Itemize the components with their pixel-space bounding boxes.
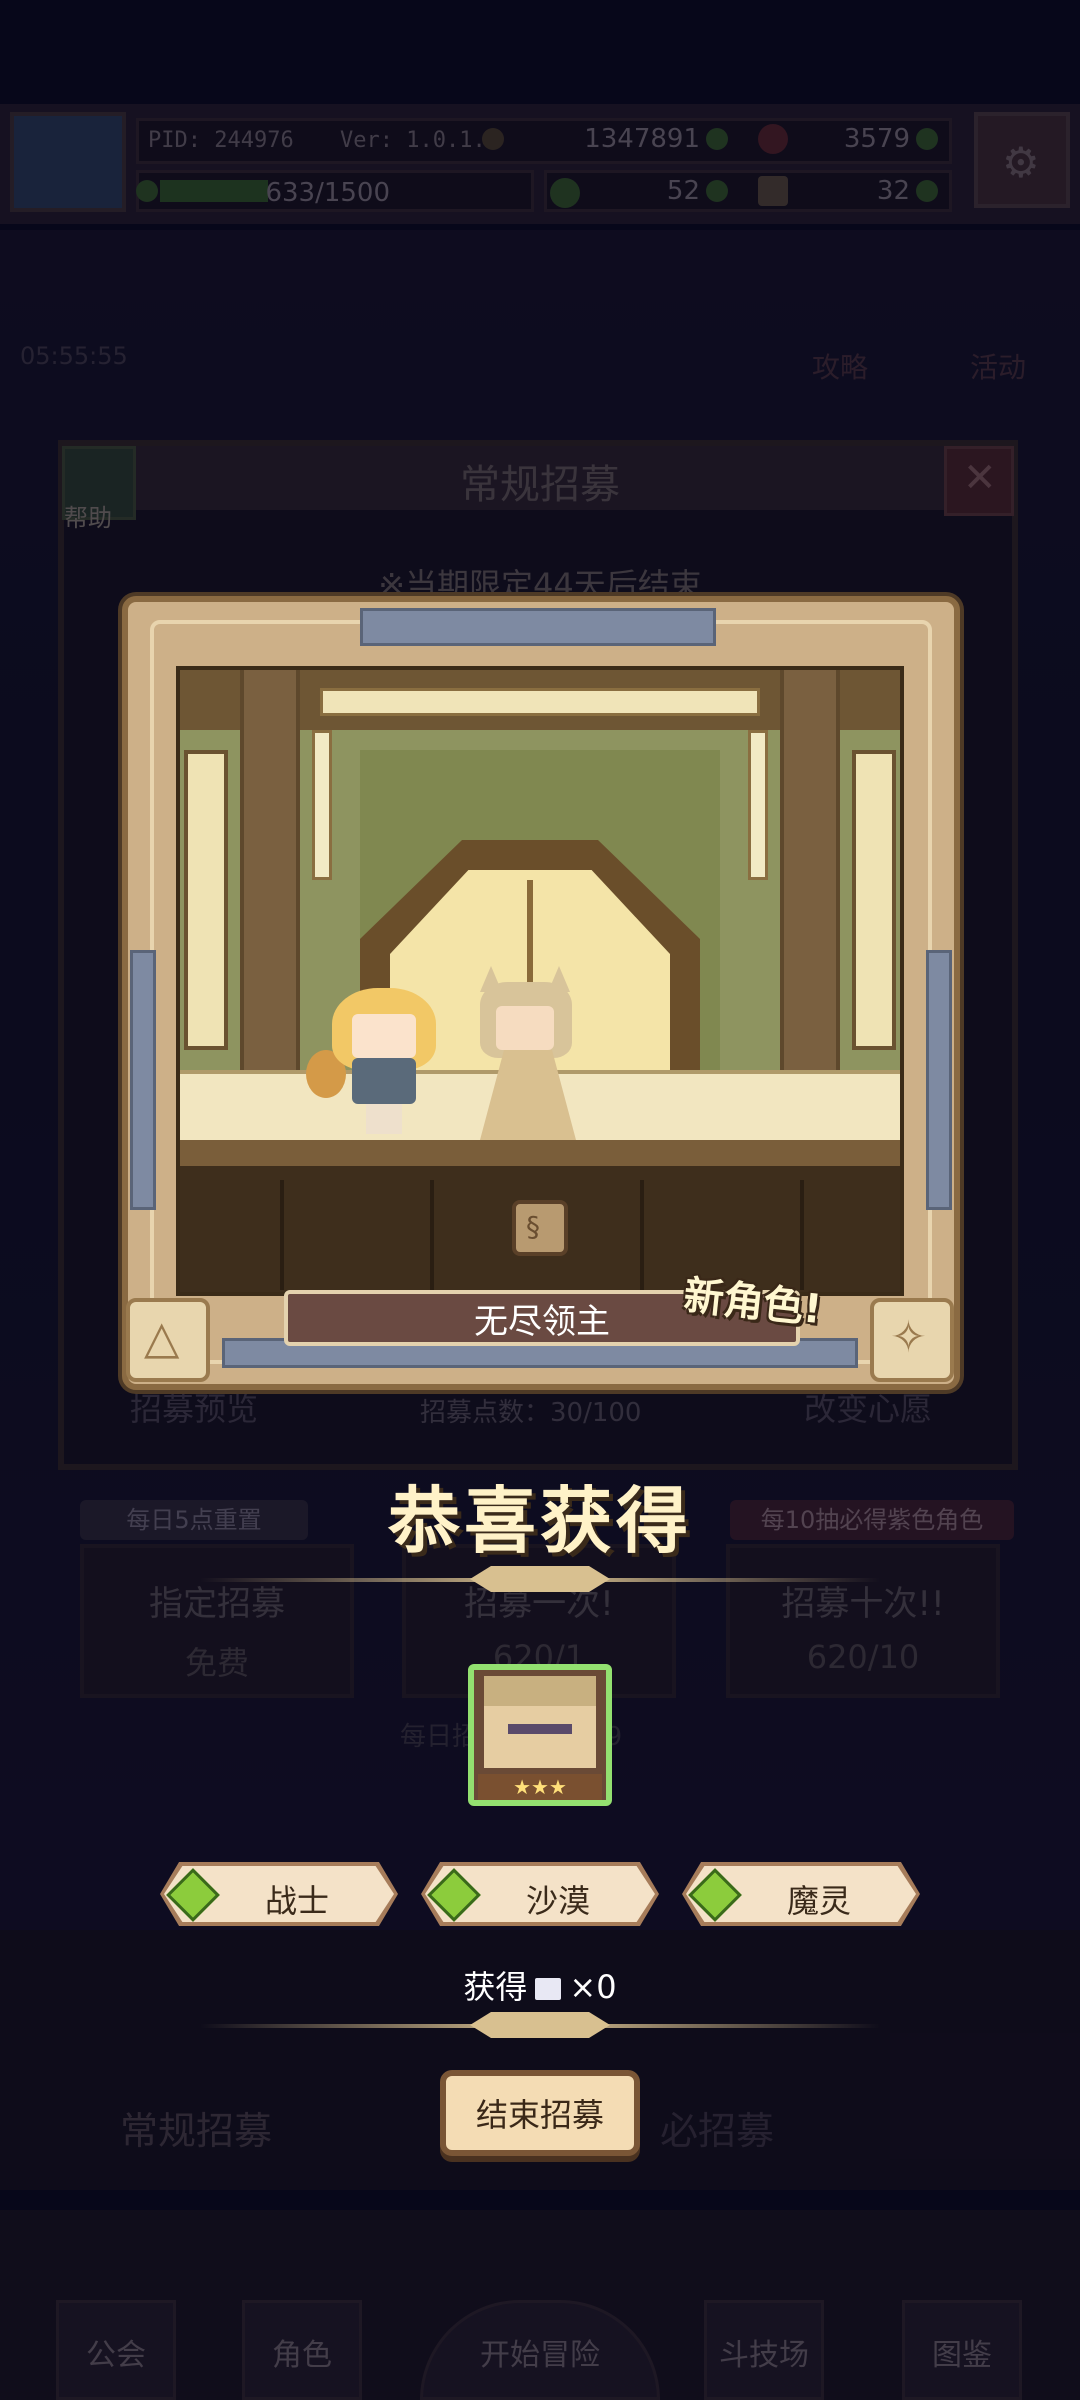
sword-icon: ✧ <box>890 1312 927 1363</box>
nav-guild-label: 公会 <box>86 2338 146 2373</box>
banner-left-label: 常规招募 <box>120 2109 273 2153</box>
triangle-icon: △ <box>144 1310 180 1364</box>
end-recruit-label: 结束招募 <box>475 2096 604 2134</box>
designated-recruit-cost: 免费 <box>184 1644 249 1682</box>
ruby-count: 3579 <box>843 124 910 154</box>
frame-right-ornament <box>926 950 952 1210</box>
emblem-icon: § <box>512 1200 568 1256</box>
add-hammer-icon[interactable] <box>916 180 938 202</box>
window-left <box>184 750 228 1050</box>
exp-value: 633/1500 <box>265 178 390 208</box>
ceiling-lintel <box>320 688 760 716</box>
corner-right-ornament: ✧ <box>870 1298 954 1382</box>
ticket-icon <box>535 1978 562 2000</box>
recruit-points: 招募点数：30/100 <box>420 1398 642 1428</box>
companion-face <box>352 1014 416 1058</box>
obtain-label: 获得 <box>463 1968 528 2006</box>
add-clover-icon[interactable] <box>706 180 728 202</box>
player-id: PID: 244976 <box>148 128 294 153</box>
frame-left-ornament <box>130 950 156 1210</box>
hammer-count: 32 <box>876 176 910 206</box>
gear-icon: ⚙ <box>1002 138 1040 187</box>
guide-button[interactable]: 攻略 <box>812 346 868 386</box>
tag-class-label: 战士 <box>264 1882 329 1920</box>
help-label: 帮助 <box>64 504 112 532</box>
clover-count: 52 <box>666 176 700 206</box>
nav-codex-label: 图鉴 <box>932 2338 992 2373</box>
floor-edge <box>180 1140 900 1166</box>
tag-race-label: 魔灵 <box>786 1882 851 1920</box>
preview-button[interactable]: 招募预览 <box>130 1384 258 1430</box>
ten-recruit-cost: 620/10 <box>806 1638 920 1676</box>
star-rating: ★★★ <box>478 1774 602 1800</box>
character-scene: § <box>176 666 904 1296</box>
hammer-icon <box>758 176 788 206</box>
tag-region-label: 沙漠 <box>525 1882 590 1920</box>
clover-icon <box>550 178 580 208</box>
window-right <box>852 750 896 1050</box>
nav-characters-label: 角色 <box>272 2338 332 2373</box>
version-label: Ver: 1.0.1.0 <box>340 128 499 153</box>
character-face <box>496 1006 554 1050</box>
portrait-face <box>484 1706 596 1768</box>
frame-top-ornament <box>360 608 716 646</box>
coin-count: 1347891 <box>584 124 700 154</box>
event-button[interactable]: 活动 <box>970 346 1026 386</box>
add-ruby-icon[interactable] <box>916 128 938 150</box>
scroll-right <box>748 730 768 880</box>
player-avatar[interactable] <box>10 112 126 212</box>
settings-button[interactable]: ⚙ <box>974 112 1070 208</box>
exp-gem-icon <box>136 180 158 202</box>
divider-ornament <box>470 1566 610 1592</box>
floor-board <box>800 1180 804 1290</box>
designated-recruit-title: 指定招募 <box>149 1584 285 1624</box>
ten-recruit-title: 招募十次!! <box>781 1584 945 1624</box>
corner-left-ornament: △ <box>126 1298 210 1382</box>
close-icon: ✕ <box>963 455 997 501</box>
ruby-icon <box>758 124 788 154</box>
portrait-eyes <box>508 1724 572 1734</box>
close-button[interactable]: ✕ <box>944 446 1014 516</box>
banner-right-label: 必招募 <box>660 2109 775 2153</box>
change-wish-button[interactable]: 改变心愿 <box>804 1384 932 1430</box>
recruit-title: 常规招募 <box>460 462 620 508</box>
nav-arena-label: 斗技场 <box>719 2338 809 2373</box>
floor-board <box>280 1180 284 1290</box>
event-timer: 05:55:55 <box>20 342 128 370</box>
floor-board <box>430 1180 434 1290</box>
floor-board <box>640 1180 644 1290</box>
divider-ornament-bottom <box>470 2012 610 2038</box>
obtain-row: 获得 ×0 <box>0 1962 1080 2008</box>
companion-legs <box>366 1104 402 1134</box>
obtain-count: ×0 <box>569 1968 617 2006</box>
add-coin-icon[interactable] <box>706 128 728 150</box>
scroll-left <box>312 730 332 880</box>
companion-body <box>352 1058 416 1104</box>
coin-icon <box>482 128 504 150</box>
congrats-title: 恭喜获得 <box>387 1479 692 1563</box>
nav-adventure-label: 开始冒险 <box>480 2338 600 2373</box>
